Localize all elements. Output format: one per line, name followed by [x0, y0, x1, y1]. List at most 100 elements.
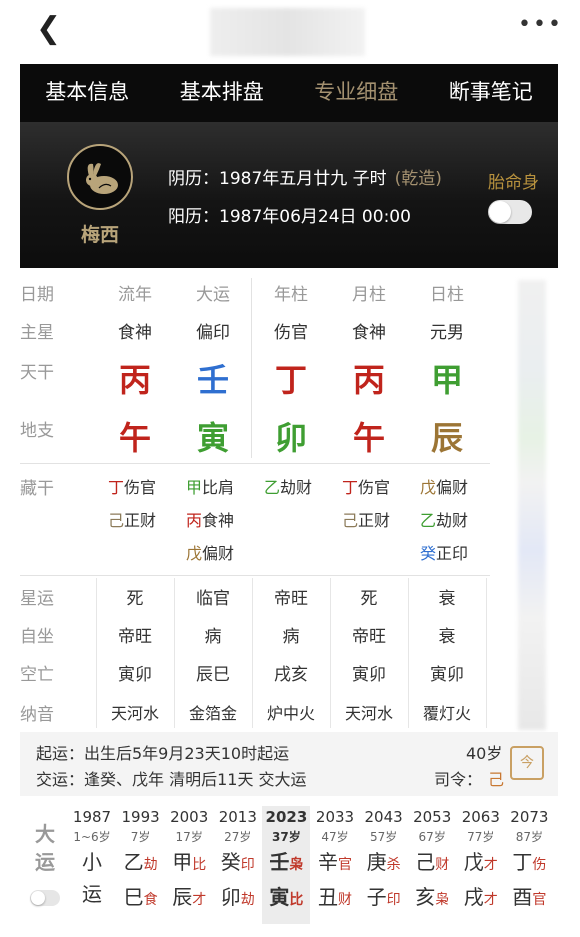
misc-cell: 覆灯火 [422, 704, 471, 723]
dayun-ganzhi: 辰才 [165, 881, 213, 916]
row-label-nayin: 纳音 [20, 705, 54, 725]
dayun-ganzhi: 庚杀 [360, 846, 408, 881]
dayun-column[interactable]: 2063 77岁 戊才 戌才 [457, 806, 505, 924]
dayun-year: 1987 [72, 808, 112, 826]
main-star: 食神 [352, 323, 386, 343]
dayun-char: 亥 [415, 885, 436, 909]
tab-basic-info[interactable]: 基本信息 [20, 64, 155, 122]
column-divider [96, 578, 97, 728]
dayun-ganzhi: 壬枭 [262, 846, 310, 881]
misc-cell: 戌亥 [274, 665, 308, 685]
column-divider [408, 578, 409, 728]
hidden-column-blurred [518, 280, 546, 730]
row-label-canggan: 藏干 [20, 479, 54, 499]
misc-cell: 临官 [196, 589, 230, 609]
dayun-ganzhi: 己财 [408, 846, 456, 881]
misc-cell: 帝旺 [352, 627, 386, 647]
canggan-item: 戊偏财 [186, 540, 234, 564]
top-bar: ❮ ••• [0, 0, 580, 64]
dizhi-char: 卯 [274, 419, 307, 457]
canggan-stem: 己 [342, 511, 359, 530]
profile-header: 梅西 阴历：1987年五月廿九 子时 (乾造) 阳历：1987年06月24日 00… [20, 122, 558, 268]
canggan-shishen: 正印 [436, 544, 469, 563]
canggan-shishen: 比肩 [202, 478, 235, 497]
dayun-age: 57岁 [369, 830, 398, 844]
dayun-shishen: 比 [289, 892, 304, 908]
dayun-age: 87岁 [515, 830, 544, 844]
dayun-shishen: 财 [338, 892, 352, 908]
canggan-stem: 丁 [342, 478, 359, 497]
dayun-column[interactable]: 2013 27岁 癸印 卯劫 [214, 806, 262, 924]
dayun-ganzhi: 酉官 [505, 881, 553, 916]
divider-misc [20, 575, 490, 576]
dayun-column[interactable]: 2043 57岁 庚杀 子印 [360, 806, 408, 924]
dayun-ganzhi: 小 [68, 846, 116, 878]
dayun-char: 运 [82, 882, 102, 906]
current-age: 40岁 [466, 744, 503, 763]
lunar-date: 1987年五月廿九 子时 [219, 169, 387, 189]
dayun-label: 大运 [35, 822, 55, 874]
rabbit-icon [86, 163, 118, 194]
row-label-tiangan: 天干 [20, 363, 54, 383]
dayun-char: 辰 [172, 885, 193, 909]
misc-cell: 衰 [438, 589, 456, 609]
canggan-stem: 癸 [420, 544, 437, 563]
dayun-ganzhi: 卯劫 [214, 881, 262, 916]
more-dots-icon[interactable]: ••• [518, 12, 563, 37]
dayun-toggle[interactable] [30, 890, 60, 906]
dayun-ganzhi: 巳食 [117, 881, 165, 916]
dayun-char: 甲 [172, 850, 193, 874]
dayun-char: 癸 [220, 850, 241, 874]
dayun-char: 卯 [220, 885, 241, 909]
tiangan-char: 丙 [352, 361, 385, 399]
dayun-char: 壬 [269, 850, 290, 874]
tab-basic-chart[interactable]: 基本排盘 [155, 64, 290, 122]
column-divider [174, 578, 175, 728]
canggan-item: 癸正印 [420, 540, 468, 564]
main-star: 偏印 [196, 323, 230, 343]
main-star: 伤官 [274, 323, 308, 343]
dayun-shishen: 伤 [532, 857, 547, 873]
tab-notes[interactable]: 断事笔记 [424, 64, 559, 122]
dayun-shishen: 劫 [240, 892, 255, 908]
dayun-char: 寅 [269, 885, 290, 909]
dayun-column[interactable]: 1993 7岁 乙劫 巳食 [117, 806, 165, 924]
canggan-shishen: 劫财 [280, 478, 313, 497]
dayun-column[interactable]: 1987 1~6岁小运 [68, 806, 116, 924]
tab-professional-detail[interactable]: 专业细盘 [289, 64, 424, 122]
dayun-char: 戌 [463, 885, 484, 909]
dayun-char: 子 [366, 885, 387, 909]
misc-cell: 炉中火 [266, 704, 315, 723]
dayun-column[interactable]: 2053 67岁 己财 亥枭 [408, 806, 456, 924]
canggan-item: 己正财 [108, 507, 156, 531]
dayun-year: 2023 [265, 808, 308, 826]
dayun-age: 7岁 [130, 830, 151, 844]
dayun-year: 2033 [315, 808, 355, 826]
dayun-shishen: 才 [483, 892, 498, 908]
row-label-zizuo: 自坐 [20, 627, 54, 647]
canggan-stem: 丙 [186, 511, 203, 530]
dayun-shishen: 印 [386, 892, 401, 908]
column-divider [330, 578, 331, 728]
dayun-column[interactable]: 2003 17岁 甲比 辰才 [165, 806, 213, 924]
dayun-char: 辛 [318, 850, 338, 874]
dayun-age: 77岁 [467, 830, 495, 844]
dayun-char: 己 [415, 850, 436, 874]
siling: 司令： 己 [434, 766, 504, 790]
dayun-column[interactable]: 2073 87岁 丁伤 酉官 [505, 806, 553, 924]
canggan-item: 戊偏财 [420, 474, 468, 498]
dayun-age: 27岁 [224, 830, 252, 844]
canggan-item: 乙劫财 [420, 507, 468, 531]
canggan-item: 甲比肩 [186, 474, 234, 498]
taiming-toggle[interactable] [488, 200, 532, 224]
misc-cell: 死 [126, 589, 144, 609]
dayun-column[interactable]: 2033 47岁 辛官 丑财 [311, 806, 359, 924]
jiaoyun-text: 交运：逢癸、戊年 清明后11天 交大运 [36, 770, 307, 789]
dizhi-char: 辰 [430, 419, 463, 457]
calendar-icon[interactable]: 今 [510, 746, 544, 780]
dayun-column[interactable]: 2023 37岁 壬枭 寅比 [262, 806, 311, 924]
canggan-stem: 戊 [420, 478, 437, 497]
canggan-item: 丁伤官 [342, 474, 390, 498]
siling-value: 己 [488, 770, 505, 789]
back-chevron-icon[interactable]: ❮ [36, 14, 61, 44]
